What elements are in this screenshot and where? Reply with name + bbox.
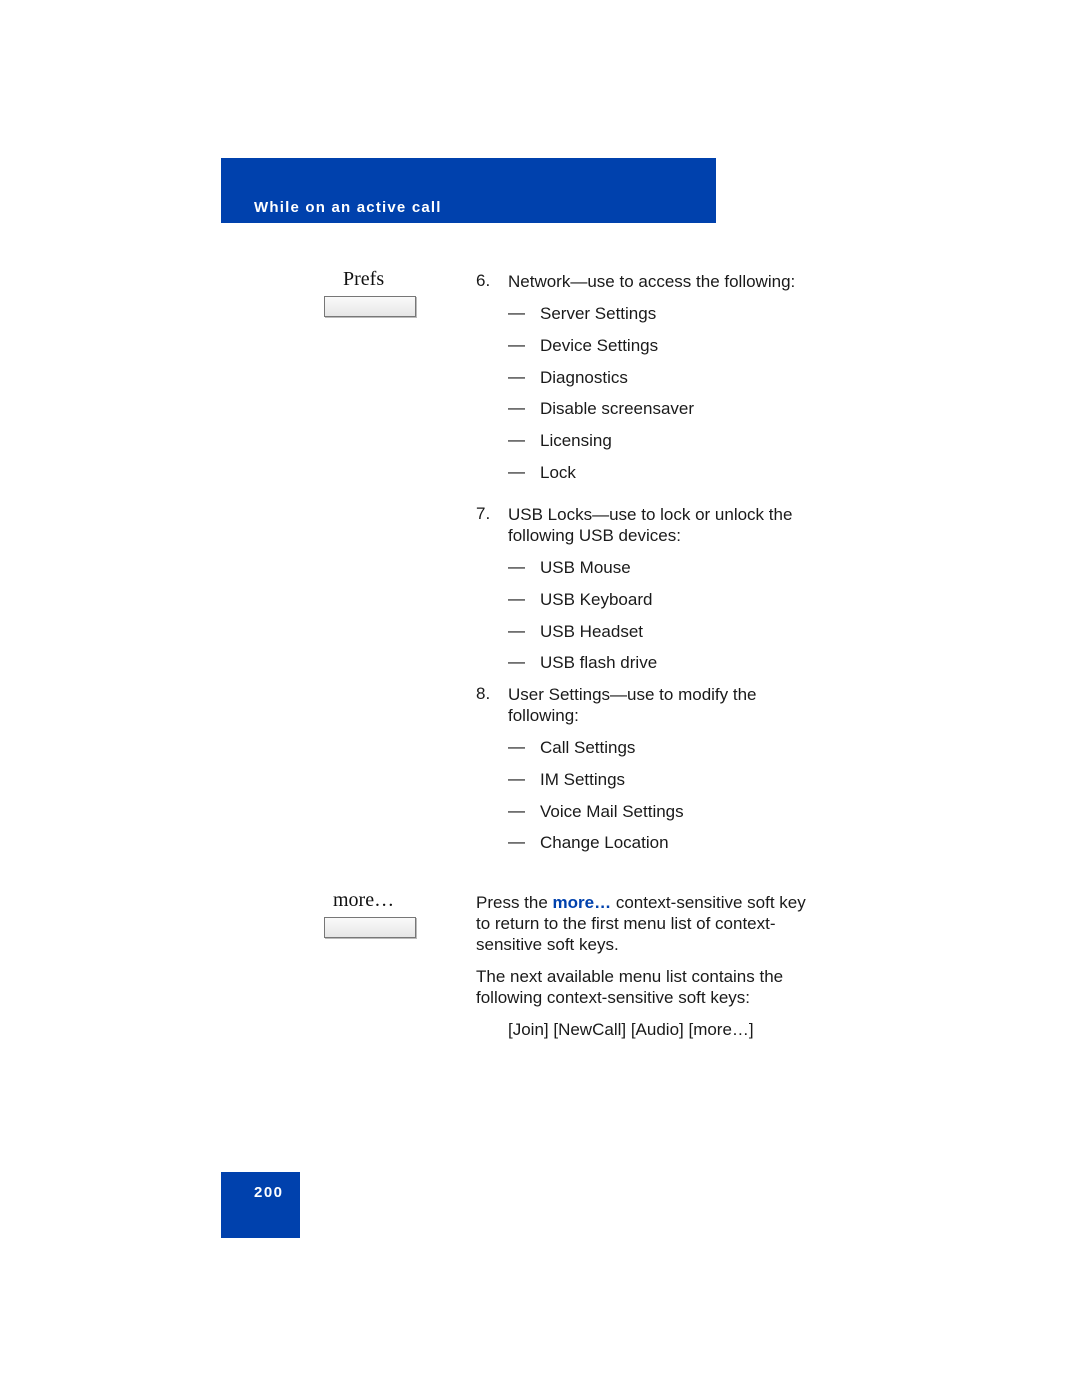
more-softkey-button[interactable] bbox=[324, 917, 416, 938]
dash-bullet: — bbox=[508, 621, 525, 640]
item-number: 6. bbox=[476, 271, 491, 290]
more-text-suffix: context-sensitive soft key bbox=[611, 893, 806, 912]
next-menu-line1: The next available menu list contains th… bbox=[476, 967, 784, 986]
item-text: following USB devices: bbox=[508, 526, 681, 545]
dash-bullet: — bbox=[508, 303, 525, 322]
item-text: USB Locks—use to lock or unlock the bbox=[508, 505, 793, 524]
dash-bullet: — bbox=[508, 335, 525, 354]
prefs-softkey-button[interactable] bbox=[324, 296, 416, 317]
item-number: 7. bbox=[476, 504, 491, 523]
more-paragraph-line3: sensitive soft keys. bbox=[476, 935, 619, 954]
subitem: Voice Mail Settings bbox=[540, 802, 684, 821]
page-number: 200 bbox=[254, 1184, 284, 1201]
item-number: 8. bbox=[476, 684, 491, 703]
subitem: USB Mouse bbox=[540, 558, 631, 577]
section-title: While on an active call bbox=[254, 199, 442, 216]
subitem: Server Settings bbox=[540, 304, 657, 323]
more-text-prefix: Press the bbox=[476, 893, 553, 912]
dash-bullet: — bbox=[508, 367, 525, 386]
item-text: User Settings—use to modify the bbox=[508, 685, 757, 704]
subitem: Disable screensaver bbox=[540, 399, 695, 418]
dash-bullet: — bbox=[508, 557, 525, 576]
section-header-band: While on an active call bbox=[221, 158, 716, 223]
more-paragraph-line1: Press the more… context-sensitive soft k… bbox=[476, 892, 806, 913]
subitem: Call Settings bbox=[540, 738, 636, 757]
subitem: Lock bbox=[540, 463, 576, 482]
more-highlight: more… bbox=[552, 893, 612, 912]
dash-bullet: — bbox=[508, 652, 525, 671]
next-menu-line2: following context-sensitive soft keys: bbox=[476, 988, 751, 1007]
subitem: Diagnostics bbox=[540, 368, 628, 387]
subitem: USB flash drive bbox=[540, 653, 658, 672]
dash-bullet: — bbox=[508, 832, 525, 851]
dash-bullet: — bbox=[508, 430, 525, 449]
subitem: IM Settings bbox=[540, 770, 626, 789]
dash-bullet: — bbox=[508, 769, 525, 788]
dash-bullet: — bbox=[508, 589, 525, 608]
dash-bullet: — bbox=[508, 737, 525, 756]
prefs-softkey-label: Prefs bbox=[343, 268, 385, 290]
item-text: following: bbox=[508, 706, 579, 725]
dash-bullet: — bbox=[508, 801, 525, 820]
item-text: Network—use to access the following: bbox=[508, 272, 796, 291]
dash-bullet: — bbox=[508, 462, 525, 481]
subitem: USB Headset bbox=[540, 622, 643, 641]
subitem: Change Location bbox=[540, 833, 669, 852]
softkey-list: [Join] [NewCall] [Audio] [more…] bbox=[508, 1020, 754, 1039]
page-number-box: 200 bbox=[221, 1172, 300, 1238]
subitem: Device Settings bbox=[540, 336, 659, 355]
more-softkey-label: more… bbox=[333, 889, 395, 911]
dash-bullet: — bbox=[508, 398, 525, 417]
subitem: Licensing bbox=[540, 431, 612, 450]
more-paragraph-line2: to return to the first menu list of cont… bbox=[476, 914, 776, 933]
subitem: USB Keyboard bbox=[540, 590, 653, 609]
